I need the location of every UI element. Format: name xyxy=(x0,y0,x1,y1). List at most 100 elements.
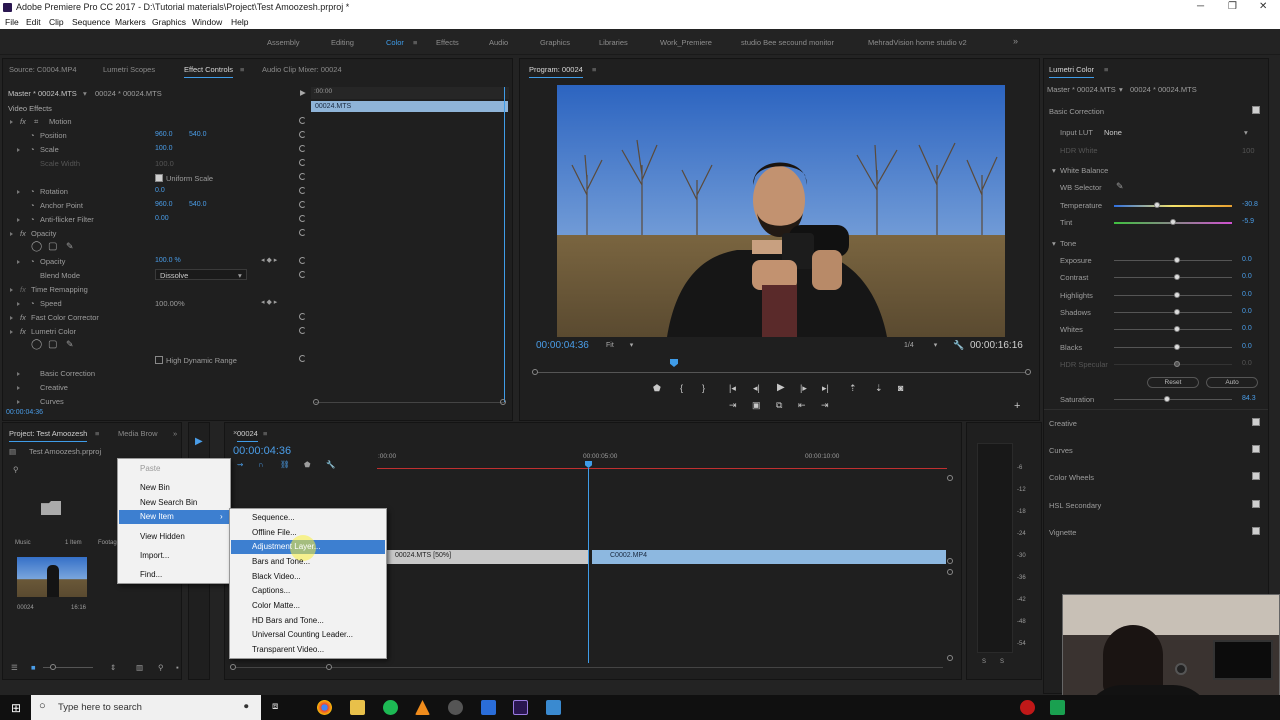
tone-value-3[interactable]: 0.0 xyxy=(1242,308,1252,315)
menu-item-import[interactable]: Import... xyxy=(140,551,169,560)
tone-slider-4[interactable] xyxy=(1114,329,1232,331)
spotify-icon[interactable] xyxy=(383,700,398,715)
tone-value-5[interactable]: 0.0 xyxy=(1242,343,1252,350)
position-y-value[interactable]: 540.0 xyxy=(189,131,207,138)
automate-icon[interactable]: ▥ xyxy=(136,663,143,672)
white-balance-chevron-icon[interactable]: ▾ xyxy=(1052,166,1056,175)
overlay-icon[interactable]: ⇥ xyxy=(821,400,829,411)
sequence-clip-label[interactable]: 00024 * 00024.MTS xyxy=(95,89,162,98)
search-box[interactable]: ○ Type here to search ⏺ xyxy=(31,695,261,720)
windows-start-icon[interactable]: ⊞ xyxy=(11,701,21,715)
minimize-button[interactable]: ─ xyxy=(1197,1,1204,12)
go-to-in-icon[interactable]: |◂ xyxy=(729,383,736,394)
export-frame-icon[interactable]: ◙ xyxy=(898,383,903,393)
stopwatch-anchor-icon[interactable]: ◔ xyxy=(30,201,35,210)
reset-scale-width-icon[interactable] xyxy=(299,159,306,166)
reset-anchor-icon[interactable] xyxy=(299,201,306,208)
saturation-knob[interactable] xyxy=(1164,396,1170,402)
ellipse-mask-icon[interactable]: ◯ xyxy=(31,241,42,252)
keyframe-nav-icon[interactable]: ◂ ◆ ▸ xyxy=(261,256,277,264)
tone-slider-5[interactable] xyxy=(1114,346,1232,348)
workspace-color[interactable]: Color xyxy=(386,38,404,47)
reset-opacity-icon[interactable] xyxy=(299,257,306,264)
workspace-editing[interactable]: Editing xyxy=(331,38,354,47)
hdr-checkbox[interactable] xyxy=(155,356,163,364)
antiflicker-value[interactable]: 0.00 xyxy=(155,215,169,222)
tint-knob[interactable] xyxy=(1170,219,1176,225)
tab-lumetri-color[interactable]: Lumetri Color xyxy=(1049,65,1095,78)
reset-button[interactable]: Reset xyxy=(1147,377,1199,388)
mark-out-icon[interactable]: } xyxy=(702,383,705,393)
scrubber-end-handle[interactable] xyxy=(1025,369,1031,375)
zoom-knob[interactable] xyxy=(50,664,56,670)
expand-basic-icon[interactable] xyxy=(17,372,20,376)
workspace-libraries[interactable]: Libraries xyxy=(599,38,628,47)
close-button[interactable]: ✕ xyxy=(1259,1,1267,12)
reset-fcc-icon[interactable] xyxy=(299,313,306,320)
stopwatch-rotation-icon[interactable]: ◔ xyxy=(30,187,35,196)
linked-selection-icon[interactable]: ⛓ xyxy=(280,460,290,469)
v-scroll-bottom-handle[interactable] xyxy=(947,655,953,661)
lumetri-pen-mask-icon[interactable]: ✎ xyxy=(66,339,74,350)
fit-dropdown[interactable]: Fit ▾ xyxy=(606,341,646,351)
panel-menu-icon[interactable]: ≡ xyxy=(240,65,244,74)
app-window-icon[interactable] xyxy=(546,700,561,715)
master-clip-label[interactable]: Master * 00024.MTS xyxy=(8,89,77,98)
workspace-work-premiere[interactable]: Work_Premiere xyxy=(660,38,712,47)
tab-audio-clip-mixer[interactable]: Audio Clip Mixer: 00024 xyxy=(262,65,342,74)
tone-value-0[interactable]: 0.0 xyxy=(1242,256,1252,263)
reset-hdr-icon[interactable] xyxy=(299,355,306,362)
menu-help[interactable]: Help xyxy=(231,17,248,27)
scale-value[interactable]: 100.0 xyxy=(155,145,173,152)
tab-media-browser[interactable]: Media Brow xyxy=(118,429,158,438)
reset-opacity-group-icon[interactable] xyxy=(299,229,306,236)
temperature-slider[interactable] xyxy=(1114,205,1232,207)
tone-slider-6[interactable] xyxy=(1114,363,1232,365)
clip-thumbnail[interactable] xyxy=(17,557,87,597)
reset-motion-icon[interactable] xyxy=(299,117,306,124)
curves-section[interactable]: Curves xyxy=(1049,446,1073,455)
lumetri-master-label[interactable]: Master * 00024.MTS xyxy=(1047,85,1116,94)
scrubber-start-handle[interactable] xyxy=(532,369,538,375)
tone-chevron-icon[interactable]: ▾ xyxy=(1052,239,1056,248)
workspace-effects[interactable]: Effects xyxy=(436,38,459,47)
timeline-timecode[interactable]: 00:00:04:36 xyxy=(233,445,291,457)
program-video-frame[interactable] xyxy=(557,85,1005,337)
stopwatch-scale-icon[interactable]: ◔ xyxy=(30,145,35,154)
v-scroll-mid2-handle[interactable] xyxy=(947,569,953,575)
mark-in-icon[interactable]: { xyxy=(680,383,683,393)
anchor-y-value[interactable]: 540.0 xyxy=(189,201,207,208)
microphone-icon[interactable]: ⏺ xyxy=(244,701,249,712)
basic-correction-section[interactable]: Basic Correction xyxy=(1049,107,1104,116)
workspace-graphics[interactable]: Graphics xyxy=(540,38,570,47)
menu-clip[interactable]: Clip xyxy=(49,17,64,27)
workspace-mehradvision[interactable]: MehradVision home studio v2 xyxy=(868,38,967,47)
expand-opacity-icon[interactable] xyxy=(10,232,13,236)
v-scroll-top-handle[interactable] xyxy=(947,475,953,481)
submenu-offline-file[interactable]: Offline File... xyxy=(252,528,297,537)
tone-slider-2[interactable] xyxy=(1114,294,1232,296)
go-to-out-icon[interactable]: ▸| xyxy=(822,383,829,394)
play-icon[interactable]: ▶ xyxy=(777,382,785,393)
anchor-x-value[interactable]: 960.0 xyxy=(155,201,173,208)
app-blue-icon[interactable] xyxy=(481,700,496,715)
tone-knob-4[interactable] xyxy=(1174,326,1180,333)
temperature-knob[interactable] xyxy=(1154,202,1160,208)
color-wheels-checkbox[interactable] xyxy=(1252,472,1260,480)
tone-value-2[interactable]: 0.0 xyxy=(1242,291,1252,298)
color-wheels-section[interactable]: Color Wheels xyxy=(1049,473,1094,482)
hsl-secondary-section[interactable]: HSL Secondary xyxy=(1049,501,1101,510)
program-scrubber[interactable] xyxy=(535,372,1028,373)
workspace-menu-icon[interactable]: ≡ xyxy=(413,38,417,47)
comparison-view-icon[interactable]: ⧉ xyxy=(776,400,782,411)
submenu-counting-leader[interactable]: Universal Counting Leader... xyxy=(252,630,353,639)
expand-opacity-value-icon[interactable] xyxy=(17,260,20,264)
app-red-icon[interactable] xyxy=(1020,700,1035,715)
vignette-section[interactable]: Vignette xyxy=(1049,528,1076,537)
program-menu-icon[interactable]: ≡ xyxy=(592,65,596,74)
app-green-icon[interactable] xyxy=(1050,700,1065,715)
speed-value[interactable]: 100.00% xyxy=(155,299,185,308)
tone-value-1[interactable]: 0.0 xyxy=(1242,273,1252,280)
solo-left-button[interactable]: S xyxy=(982,659,986,665)
submenu-sequence[interactable]: Sequence... xyxy=(252,513,295,522)
